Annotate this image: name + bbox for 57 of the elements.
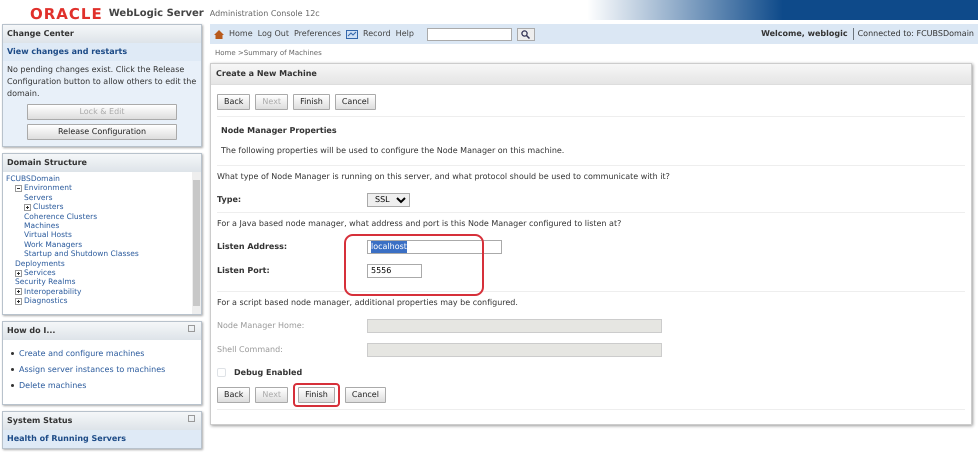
expand-icon[interactable] [24,204,31,211]
health-subtitle: Health of Running Servers [3,430,201,448]
panel-title: Domain Structure [3,154,201,172]
wizard-button[interactable]: Finish [298,386,335,402]
wizard-button[interactable]: Back [217,386,250,402]
bullet-icon [11,368,14,371]
view-changes-link[interactable]: View changes and restarts [3,43,201,61]
task-link[interactable]: Assign server instances to machines [19,364,166,376]
bullet-icon [11,352,14,355]
search-button[interactable] [516,28,535,40]
wizard-button[interactable]: Cancel [334,94,376,110]
question-text: For a script based node manager, additional properties may be configured. [217,290,965,314]
text-field[interactable]: 5556 [367,264,422,278]
wizard-button[interactable]: Finish [293,94,330,110]
collapse-icon[interactable] [15,184,22,192]
intro-text: The following properties will be used to configure the Node Manager on this machine. [220,144,566,157]
field-label: Type: [217,194,242,206]
panel-title: Create a New Machine [211,64,971,84]
oracle-logo: ORACLE [30,8,103,20]
record-icon[interactable] [346,30,358,38]
debug-checkbox[interactable] [217,368,226,377]
field-label: Shell Command: [217,344,284,356]
toolbar-link[interactable]: Help [396,28,414,40]
bullet-icon [11,384,14,387]
task-link[interactable]: Delete machines [19,380,86,392]
expand-icon[interactable] [15,298,22,305]
panel-title: How do I... [7,325,56,337]
console-subtitle: Administration Console 12c [210,8,320,20]
selected-text: localhost [371,240,407,252]
search-icon [521,30,530,38]
field-label: Node Manager Home: [217,320,306,332]
product-name: WebLogic Server [108,8,204,20]
question-text: For a Java based node manager, what address and port is this Node Manager configured to listen at? [217,212,965,234]
checkbox-label: Debug Enabled [234,366,302,378]
panel-title: System Status [7,415,72,427]
toolbar-link[interactable]: Record [363,28,391,40]
panel-title: Change Center [3,25,201,43]
task-link[interactable]: Create and configure machines [19,348,144,360]
toolbar-link[interactable]: Home [229,28,253,40]
wizard-button[interactable]: Back [217,94,250,110]
pending-changes-message: No pending changes exist. Click the Release Configuration button to allow others to edit the domain. [7,64,197,100]
text-field[interactable]: localhost [367,240,502,254]
expand-icon[interactable] [15,270,22,276]
toolbar-link[interactable]: Log Out [258,28,289,40]
expand-icon[interactable] [15,288,22,296]
welcome-text: Welcome, weblogic [761,28,848,40]
wizard-button[interactable]: Cancel [344,386,386,402]
field-label: Listen Address: [217,240,288,252]
connected-text: Connected to: FCUBSDomain [852,28,974,40]
home-icon[interactable] [214,30,224,38]
search-field[interactable] [426,28,512,40]
release-configuration-button[interactable]: Release Configuration [27,124,177,140]
question-text: What type of Node Manager is running on this server, and what protocol should be used to communicate with it? [217,164,965,188]
field-label: Listen Port: [217,264,271,276]
section-title: Node Manager Properties [220,124,338,136]
toolbar-link[interactable]: Preferences [294,28,342,40]
type-select[interactable]: SSL [367,192,410,206]
